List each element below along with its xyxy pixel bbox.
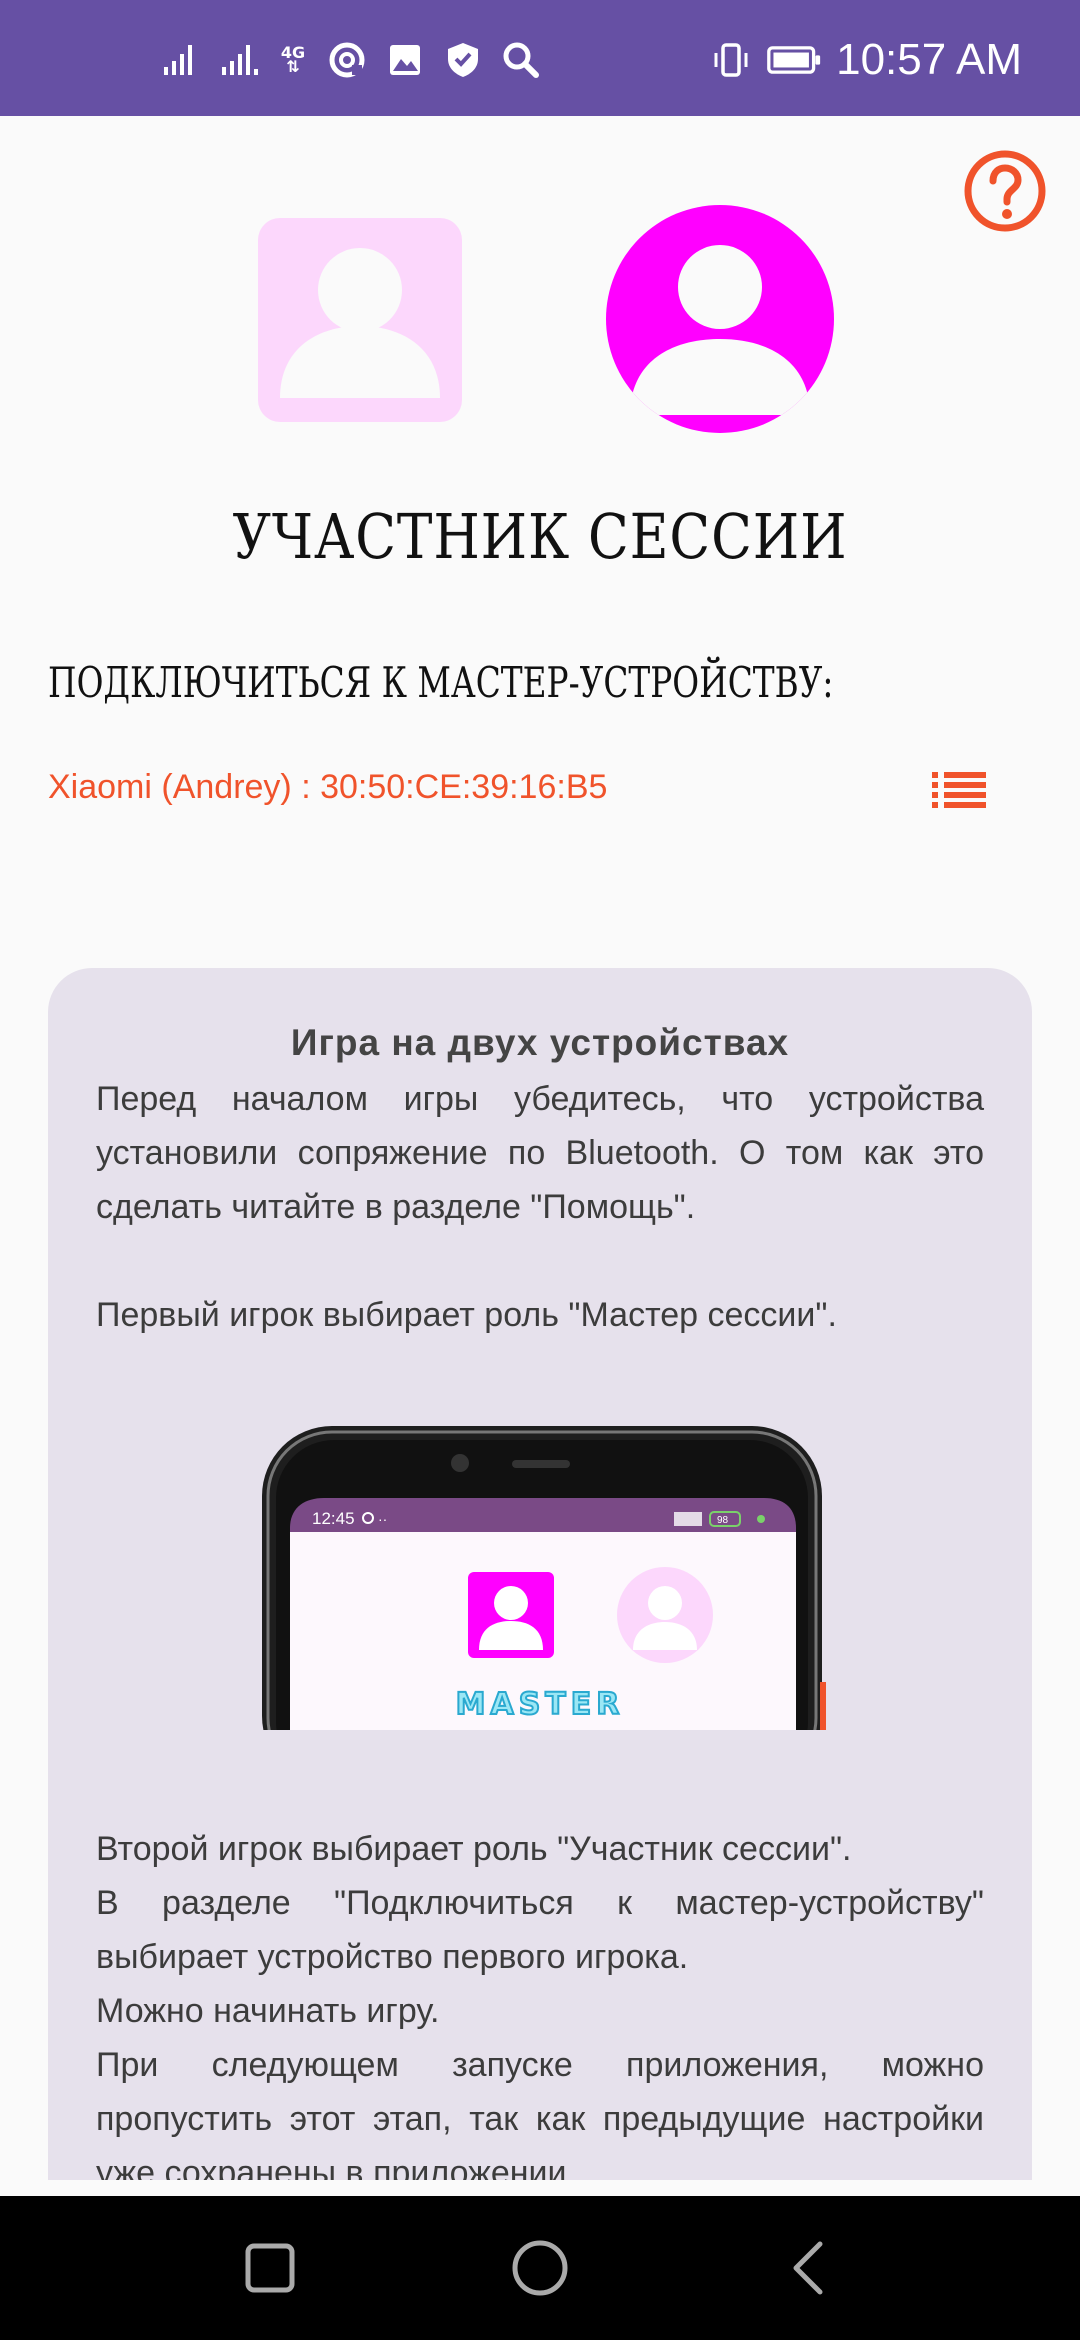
vibrate-icon bbox=[714, 43, 748, 77]
info-paragraph-2: Первый игрок выбирает роль "Мастер сесси… bbox=[96, 1296, 837, 1334]
list-icon[interactable] bbox=[930, 770, 988, 810]
info-line-2: В разделе "Подключиться к мастер-устройс… bbox=[96, 1884, 984, 1976]
selected-device[interactable]: Xiaomi (Andrey) : 30:50:CE:39:16:B5 bbox=[48, 768, 607, 807]
role-title: УЧАСТНИК СЕССИИ bbox=[232, 500, 848, 573]
image-icon bbox=[390, 45, 420, 75]
phone-illustration: 12:45 ·· 98 MASTER bbox=[254, 1418, 826, 1730]
shield-icon bbox=[448, 43, 478, 77]
battery-icon bbox=[767, 46, 821, 74]
mobile-data-icon: 4G ⇅ bbox=[276, 45, 310, 76]
info-paragraph-3: Второй игрок выбирает роль "Участник сес… bbox=[96, 1822, 984, 2180]
info-title: Игра на двух устройствах bbox=[290, 1022, 790, 1063]
info-card: Игра на двух устройствах Перед началом и… bbox=[48, 968, 1032, 2180]
recents-icon[interactable] bbox=[240, 2238, 300, 2298]
master-role-button[interactable] bbox=[258, 218, 462, 422]
info-paragraph-1: Перед началом игры убедитесь, что устрой… bbox=[96, 1080, 984, 1226]
illustration-battery: 98 bbox=[717, 1515, 729, 1526]
connect-to-master-label: ПОДКЛЮЧИТЬСЯ К МАСТЕР-УСТРОЙСТВУ: bbox=[48, 658, 834, 707]
info-line-1: Второй игрок выбирает роль "Участник сес… bbox=[96, 1830, 852, 1868]
illustration-time: 12:45 bbox=[312, 1509, 355, 1528]
signal-icon-2 bbox=[222, 45, 258, 75]
phone-illustration-graphic: 12:45 ·· 98 MASTER bbox=[262, 1426, 826, 1730]
status-icons-right: 10:57 AM bbox=[710, 30, 1022, 90]
navigation-bar bbox=[0, 2196, 1080, 2340]
illustration-dots: ·· bbox=[378, 1511, 387, 1527]
home-icon[interactable] bbox=[508, 2236, 572, 2300]
info-line-4: При следующем запуске приложения, можно … bbox=[96, 2046, 984, 2180]
info-line-3: Можно начинать игру. bbox=[96, 1992, 440, 2030]
clock: 10:57 AM bbox=[836, 35, 1022, 84]
illustration-caption: MASTER bbox=[456, 1687, 625, 1722]
participant-role-button[interactable] bbox=[606, 205, 834, 433]
search-icon bbox=[503, 42, 539, 78]
data-arrows: ⇅ bbox=[286, 57, 300, 76]
status-icons-left: 4G ⇅ bbox=[160, 32, 542, 88]
person-circle-icon bbox=[630, 245, 810, 415]
signal-icon bbox=[164, 45, 192, 75]
back-icon[interactable] bbox=[780, 2238, 840, 2298]
status-bar: 4G ⇅ 10:57 AM bbox=[0, 0, 1080, 116]
person-square-icon bbox=[280, 248, 440, 398]
help-icon[interactable] bbox=[962, 148, 1048, 234]
sync-icon bbox=[329, 42, 365, 78]
